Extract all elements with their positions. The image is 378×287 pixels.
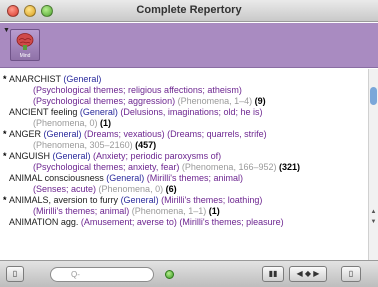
rubric-detail-line: (Senses; acute) (Phenomena, 0) (6) bbox=[3, 184, 364, 195]
rubric-item[interactable]: ANCIENT feeling (General) (Delusions, im… bbox=[3, 107, 364, 129]
rubric-purple-text[interactable]: (Delusions, imaginations; old; he is) bbox=[118, 107, 262, 117]
rubric-detail-line: (Psychological themes; religious affecti… bbox=[3, 85, 364, 96]
window-title: Complete Repertory bbox=[136, 4, 242, 16]
view-columns-button[interactable]: ▮▮ bbox=[262, 266, 284, 282]
scroll-thumb[interactable] bbox=[370, 87, 377, 105]
rubric-blue-text[interactable]: (General) bbox=[77, 107, 118, 117]
rubric-purple-text[interactable]: (Psychological themes; aggression) bbox=[33, 96, 175, 106]
rubric-gray-text: (Phenomena, 1–1) bbox=[129, 206, 207, 216]
rubric-count-text: (9) bbox=[252, 96, 266, 106]
rubric-detail-line: (Mirilli's themes; animal) (Phenomena, 1… bbox=[3, 206, 364, 217]
rubric-purple-text[interactable]: (Anxiety; periodic paroxysms of) bbox=[91, 151, 221, 161]
rubric-main-text: ANIMALS, aversion to furry bbox=[9, 195, 119, 205]
repertory-window: Complete Repertory ▼ Mind * ANARCHIST (G… bbox=[0, 0, 378, 287]
rubric-blue-text[interactable]: (General) bbox=[104, 173, 144, 183]
mind-chapter-button[interactable]: Mind bbox=[10, 29, 40, 61]
bottom-bar: ▯ ⌕ ▮▮ ◀ ◆ ▶ ▯ bbox=[0, 260, 378, 287]
title-bar[interactable]: Complete Repertory bbox=[0, 0, 378, 22]
rubric-main-text: ANIMATION agg. bbox=[9, 217, 79, 227]
vertical-scrollbar[interactable]: ▲ ▼ bbox=[368, 69, 378, 260]
rubric-heading-line: * ANARCHIST (General) bbox=[3, 74, 364, 85]
rubric-item[interactable]: * ANARCHIST (General) (Psychological them… bbox=[3, 74, 364, 107]
rubric-purple-text[interactable]: (Mirilli's themes; loathing) bbox=[159, 195, 262, 205]
rubric-count-text: (321) bbox=[276, 162, 300, 172]
rubric-purple-text[interactable]: (Senses; acute) bbox=[33, 184, 96, 194]
rubric-item[interactable]: ANIMAL consciousness (General) (Mirilli'… bbox=[3, 173, 364, 195]
scroll-down-arrow-icon[interactable]: ▼ bbox=[370, 219, 377, 228]
rubric-heading-line: ANIMATION agg. (Amusement; averse to) (M… bbox=[3, 217, 364, 228]
rubric-heading-line: ANIMAL consciousness (General) (Mirilli'… bbox=[3, 173, 364, 184]
scroll-up-arrow-icon[interactable]: ▲ bbox=[370, 209, 377, 218]
rubric-count-text: (457) bbox=[132, 140, 157, 150]
rubric-purple-text[interactable]: (Dreams; vexatious) (Dreams; quarrels, s… bbox=[82, 129, 267, 139]
rubric-detail-line: (Phenomena, 305–2160) (457) bbox=[3, 140, 364, 151]
rubric-purple-text[interactable]: (Mirilli's themes; animal) bbox=[33, 206, 129, 216]
rubric-blue-text[interactable]: (General) bbox=[61, 74, 101, 84]
rubric-purple-text[interactable]: (Amusement; averse to) (Mirilli's themes… bbox=[78, 217, 284, 227]
rubric-heading-line: * ANIMALS, aversion to furry (General) (… bbox=[3, 195, 364, 206]
rubric-purple-text[interactable]: (Psychological themes; religious affecti… bbox=[33, 85, 242, 95]
rubric-main-text: ANGER bbox=[9, 129, 42, 139]
status-indicator-icon bbox=[165, 270, 174, 279]
rubric-blue-text[interactable]: (General) bbox=[118, 195, 159, 205]
search-input[interactable] bbox=[50, 267, 154, 282]
rubric-detail-line: (Phenomena, 0) (1) bbox=[3, 118, 364, 129]
sidebar-toggle-button[interactable]: ▯ bbox=[6, 266, 24, 282]
mind-label: Mind bbox=[19, 53, 31, 59]
rubric-main-text: ANGUISH bbox=[9, 151, 51, 161]
rubric-item[interactable]: * ANIMALS, aversion to furry (General) (… bbox=[3, 195, 364, 217]
rubric-blue-text[interactable]: (General) bbox=[41, 129, 82, 139]
rubric-main-text: ANIMAL consciousness bbox=[9, 173, 104, 183]
panel-toggle-button[interactable]: ▯ bbox=[341, 266, 361, 282]
brain-icon bbox=[16, 33, 34, 50]
rubric-gray-text: (Phenomena, 0) bbox=[96, 184, 164, 194]
rubric-gray-text: (Phenomena, 1–4) bbox=[175, 96, 253, 106]
rubric-heading-line: * ANGUISH (General) (Anxiety; periodic p… bbox=[3, 151, 364, 162]
rubric-gray-text: (Phenomena, 166–952) bbox=[179, 162, 277, 172]
toolbar-menu-arrow-icon[interactable]: ▼ bbox=[3, 27, 10, 34]
rubric-purple-text[interactable]: (Mirilli's themes; animal) bbox=[144, 173, 243, 183]
rubric-gray-text: (Phenomena, 0) bbox=[33, 118, 98, 128]
rubric-count-text: (1) bbox=[97, 118, 112, 128]
rubric-detail-line: (Psychological themes; aggression) (Phen… bbox=[3, 96, 364, 107]
rubric-list: * ANARCHIST (General) (Psychological them… bbox=[0, 69, 368, 260]
rubric-item[interactable]: ANIMATION agg. (Amusement; averse to) (M… bbox=[3, 217, 364, 228]
rubric-blue-text[interactable]: (General) bbox=[50, 151, 91, 161]
rubric-purple-text[interactable]: (Psychological themes; anxiety, fear) bbox=[33, 162, 179, 172]
rubric-heading-line: ANCIENT feeling (General) (Delusions, im… bbox=[3, 107, 364, 118]
toolbar: ▼ Mind bbox=[0, 23, 378, 68]
rubric-heading-line: * ANGER (General) (Dreams; vexatious) (D… bbox=[3, 129, 364, 140]
rubric-item[interactable]: * ANGER (General) (Dreams; vexatious) (D… bbox=[3, 129, 364, 151]
navigation-buttons[interactable]: ◀ ◆ ▶ bbox=[289, 266, 327, 282]
rubric-count-text: (6) bbox=[163, 184, 177, 194]
rubric-item[interactable]: * ANGUISH (General) (Anxiety; periodic p… bbox=[3, 151, 364, 173]
rubric-count-text: (1) bbox=[206, 206, 220, 216]
rubric-gray-text: (Phenomena, 305–2160) bbox=[33, 140, 133, 150]
rubric-main-text: ANARCHIST bbox=[9, 74, 61, 84]
rubric-main-text: ANCIENT feeling bbox=[9, 107, 78, 117]
rubric-detail-line: (Psychological themes; anxiety, fear) (P… bbox=[3, 162, 364, 173]
